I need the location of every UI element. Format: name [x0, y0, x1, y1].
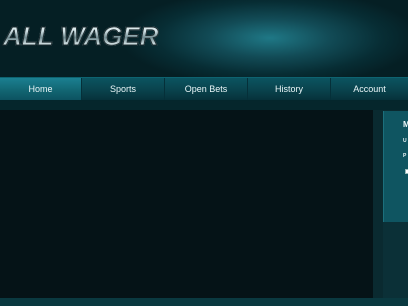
nav-item-sports[interactable]: Sports [82, 78, 165, 100]
main-nav: Home Sports Open Bets History Account [0, 77, 408, 101]
login-panel: M U P [383, 111, 408, 222]
login-panel-lower [383, 222, 408, 298]
main-content [0, 110, 373, 298]
header: ALL WAGER [0, 0, 408, 77]
password-label: P [403, 153, 407, 159]
nav-item-home[interactable]: Home [0, 78, 82, 100]
footer-bar [0, 298, 408, 306]
nav-item-history[interactable]: History [248, 78, 331, 100]
brand-logo[interactable]: ALL WAGER [3, 20, 160, 52]
nav-item-open-bets[interactable]: Open Bets [165, 78, 248, 100]
page: ALL WAGER Home Sports Open Bets History … [0, 0, 408, 306]
nav-underline-strip [0, 101, 408, 110]
login-title: M [403, 120, 408, 129]
nav-item-account[interactable]: Account [331, 78, 408, 100]
username-label: U [403, 138, 407, 144]
